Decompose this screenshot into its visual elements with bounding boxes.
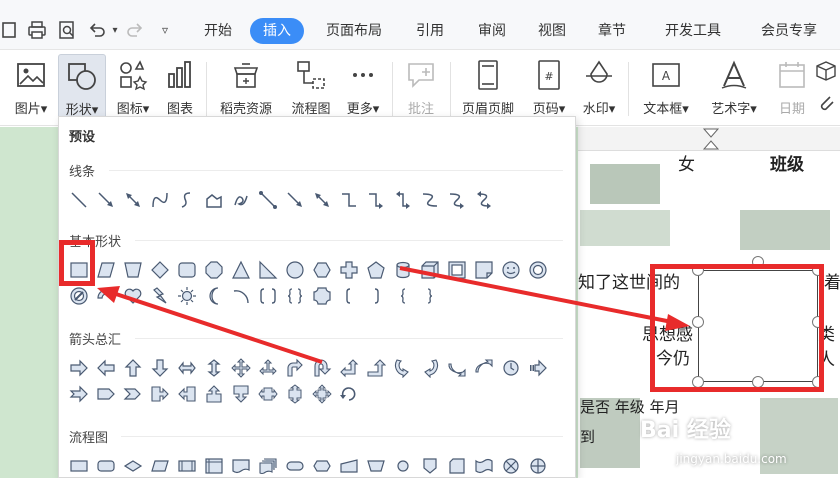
annotation-arrowhead-icon [665, 314, 690, 331]
annotation-arrowhead-icon [97, 286, 120, 303]
baidu-watermark-url: jingyan.baidu.com [676, 452, 787, 466]
annotation-arrow-to-tool [115, 292, 323, 364]
baidu-watermark: Bai 经验 [640, 418, 731, 443]
annotation-arrow-to-shape [399, 266, 673, 324]
annotation-arrows [97, 266, 690, 364]
